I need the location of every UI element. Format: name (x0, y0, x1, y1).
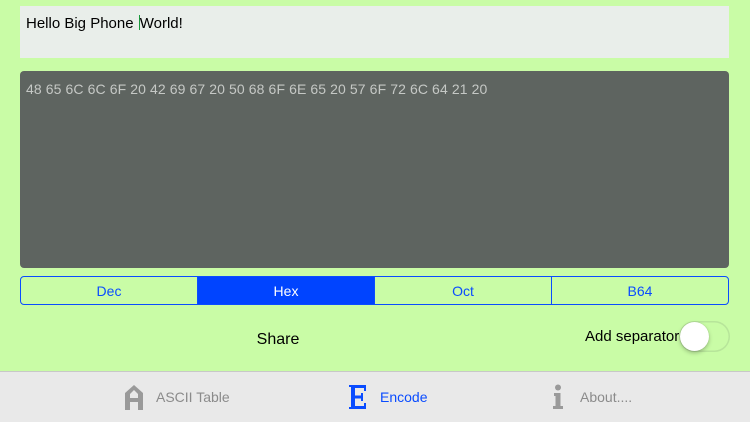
encoded-output[interactable]: 48 65 6C 6C 6F 20 42 69 67 20 50 68 6F 6… (20, 71, 729, 268)
text-input[interactable]: Hello Big Phone World! (20, 6, 729, 58)
add-separator-label: Add separator (585, 328, 680, 345)
encoding-option-oct[interactable]: Oct (374, 277, 551, 304)
tab-about[interactable]: About.... (546, 372, 632, 422)
tab-encode-label: Encode (380, 389, 428, 405)
encoding-option-dec[interactable]: Dec (21, 277, 197, 304)
input-text-after-caret: World! (139, 15, 183, 32)
encoding-option-hex[interactable]: Hex (197, 277, 374, 304)
letter-a-icon (122, 383, 146, 411)
encoded-output-text: 48 65 6C 6C 6F 20 42 69 67 20 50 68 6F 6… (26, 81, 488, 97)
encoding-selector: Dec Hex Oct B64 (20, 276, 729, 305)
tab-ascii-table[interactable]: ASCII Table (122, 372, 230, 422)
tab-encode[interactable]: Encode (346, 372, 427, 422)
info-icon (546, 383, 570, 411)
tab-ascii-table-label: ASCII Table (156, 389, 230, 405)
input-text-before-caret: Hello Big Phone (26, 15, 138, 32)
tab-about-label: About.... (580, 389, 633, 405)
add-separator-toggle[interactable] (679, 321, 730, 352)
encoding-option-b64[interactable]: B64 (551, 277, 728, 304)
tab-bar: ASCII Table Encode About.... (0, 371, 750, 422)
toggle-knob (680, 322, 709, 351)
share-button[interactable]: Share (240, 331, 316, 349)
letter-e-icon (346, 383, 370, 411)
